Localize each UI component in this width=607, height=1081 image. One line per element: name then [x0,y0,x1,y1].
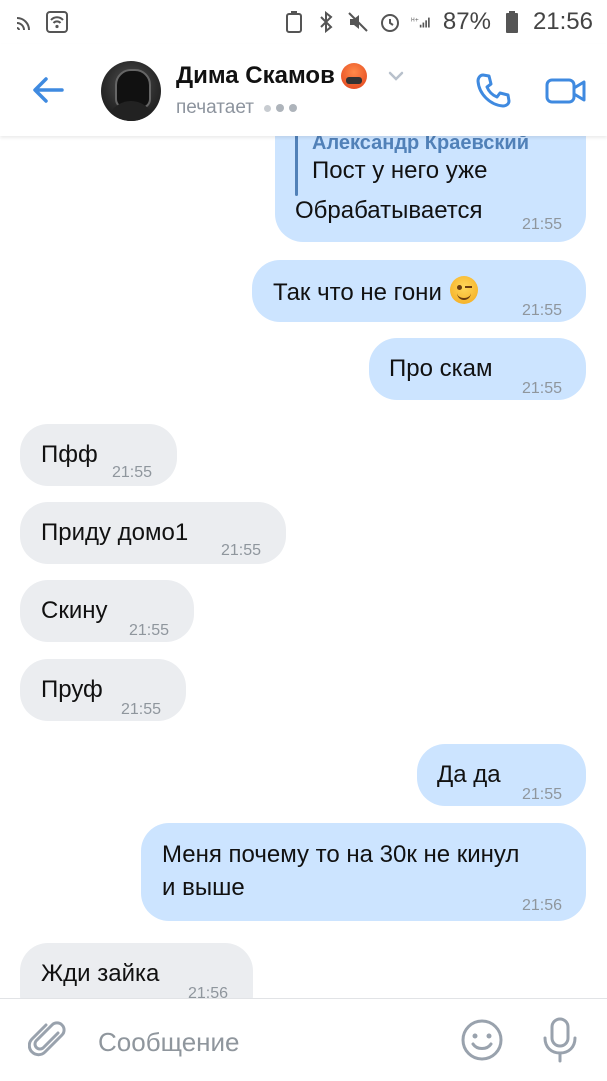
reply-indicator [295,136,298,196]
message-content: Так что не гони [273,276,478,308]
contact-name: Дима Скамов [176,62,335,89]
message-text: Пфф [41,441,98,468]
emoji-button[interactable] [460,1018,504,1062]
message-text-line: и выше [162,874,245,901]
bluetooth-icon [315,11,337,33]
message-incoming[interactable]: Скину 21:55 [20,580,194,642]
message-outgoing[interactable]: Про скам 21:55 [369,338,586,400]
video-camera-icon [545,78,586,104]
message-text: Про скам [389,355,493,382]
message-text-line: Меня почему то на 30к не кинул [162,841,520,868]
microphone-icon [543,1017,577,1063]
message-time: 21:55 [522,380,563,397]
mute-icon [347,11,369,33]
signal-icon: H+ [411,11,433,33]
typing-dots-icon [263,104,297,112]
message-input[interactable] [96,1021,440,1063]
message-incoming[interactable]: Жди зайка 21:56 [20,943,253,998]
message-text: Да да [437,761,501,788]
message-time: 21:55 [112,464,153,481]
paperclip-icon [27,1021,66,1057]
message-incoming[interactable]: Пфф 21:55 [20,424,177,486]
voice-message-button[interactable] [540,1016,580,1064]
message-text: Обрабатывается [295,197,483,224]
message-outgoing[interactable]: Александр Краевский Пост у него уже Обра… [275,136,586,242]
message-time: 21:55 [221,542,262,559]
contact-title[interactable]: Дима Скамов [176,62,405,90]
avatar[interactable] [101,61,161,121]
message-time: 21:55 [121,701,162,718]
message-incoming[interactable]: Приду домо1 21:55 [20,502,286,564]
reply-text: Пост у него уже [312,157,488,184]
clock: 21:56 [532,8,593,35]
smiley-icon [461,1019,503,1061]
recycle-icon [283,11,305,33]
message-time: 21:56 [522,897,563,914]
message-time: 21:55 [522,786,563,803]
svg-text:H+: H+ [411,17,419,23]
chevron-down-icon [388,71,404,81]
attach-button[interactable] [27,1019,70,1061]
message-time: 21:55 [129,622,170,639]
message-outgoing[interactable]: Меня почему то на 30к не кинул и выше 21… [141,823,586,921]
message-text: Так что не гони [273,279,442,306]
call-button[interactable] [470,68,516,114]
message-time: 21:55 [522,302,563,319]
phone-icon [476,73,511,108]
message-outgoing[interactable]: Так что не гони 21:55 [252,260,586,322]
battery-icon [501,11,523,33]
winking-face-icon [449,276,478,304]
angry-face-icon [340,63,367,89]
typing-label: печатает [176,97,254,118]
message-text: Жди зайка [41,960,160,987]
status-bar: H+ 87% 21:56 [0,0,607,44]
message-outgoing[interactable]: Да да 21:55 [417,744,586,806]
message-time: 21:56 [188,985,229,998]
back-arrow-icon[interactable] [28,70,68,110]
typing-status: печатает [176,97,297,119]
chat-header: Дима Скамов печатает [0,44,607,136]
message-list[interactable]: Александр Краевский Пост у него уже Обра… [0,136,607,998]
alarm-icon [379,11,401,33]
battery-percent: 87% [442,8,491,35]
video-call-button[interactable] [543,68,589,114]
cast-icon [14,11,36,33]
message-text: Приду домо1 [41,519,189,546]
message-text: Скину [41,597,108,624]
message-text: Пруф [41,676,103,703]
composer [0,998,607,1081]
message-time: 21:55 [522,216,563,233]
message-incoming[interactable]: Пруф 21:55 [20,659,186,721]
wifi-box-icon [46,11,68,33]
reply-author: Александр Краевский [312,136,529,154]
